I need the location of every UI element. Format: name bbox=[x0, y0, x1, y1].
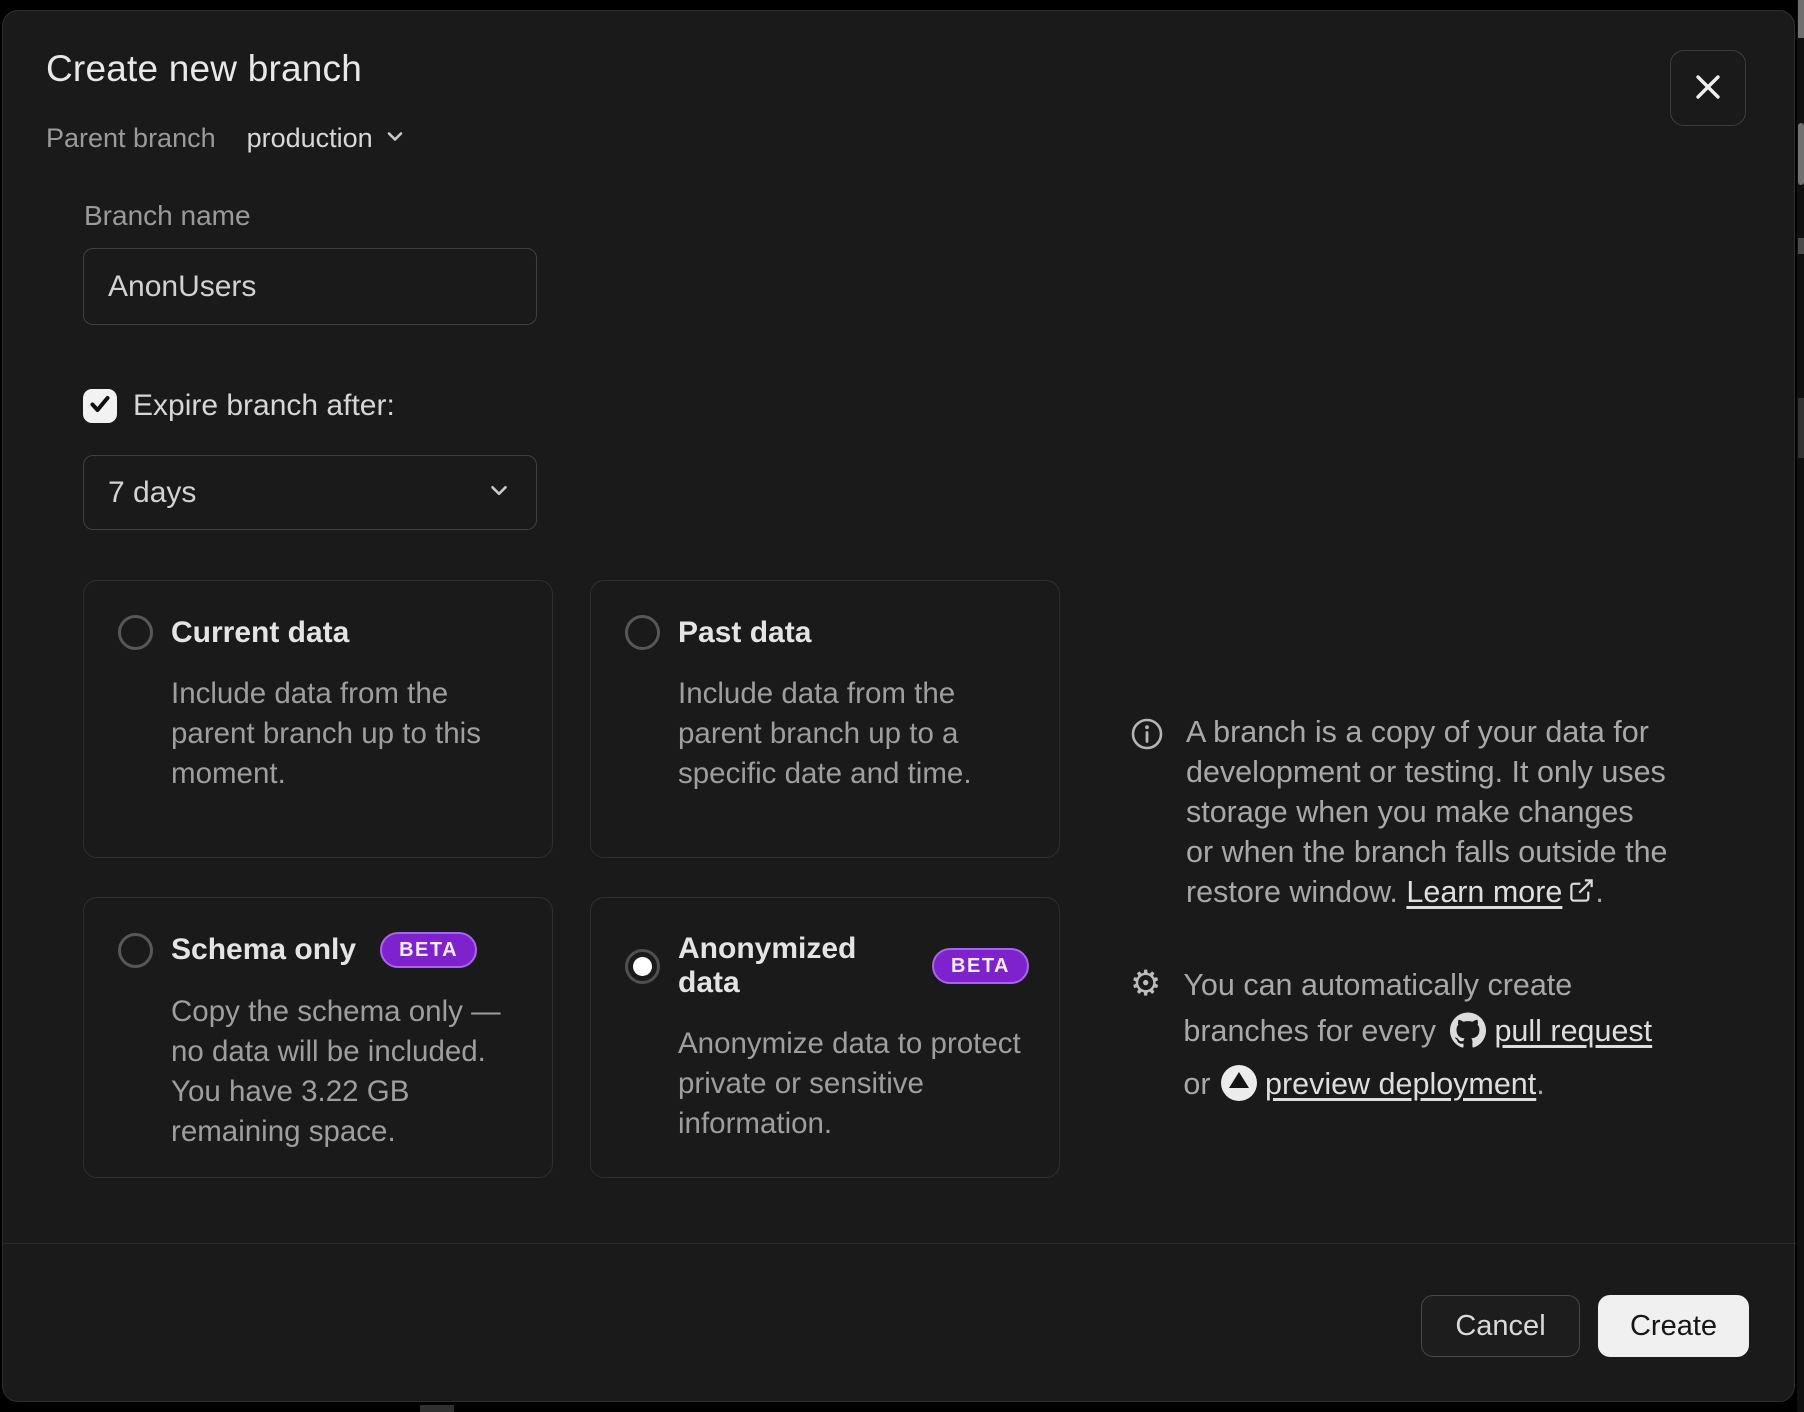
external-link-icon bbox=[1568, 874, 1595, 914]
info-icon bbox=[1130, 717, 1164, 756]
beta-badge: BETA bbox=[932, 948, 1029, 984]
background-scrollbar-thumb[interactable] bbox=[1798, 123, 1804, 185]
radio-anonymized-data[interactable] bbox=[625, 949, 660, 984]
close-icon bbox=[1691, 70, 1725, 107]
background-fragment bbox=[1798, 238, 1804, 254]
learn-more-link[interactable]: Learn more bbox=[1406, 875, 1562, 909]
option-card-current-data[interactable]: Current data Include data from the paren… bbox=[83, 580, 553, 858]
background-page-sliver bbox=[1797, 0, 1804, 1412]
option-description: Include data from the parent branch up t… bbox=[678, 674, 1023, 794]
github-icon bbox=[1450, 1012, 1486, 1061]
branch-info-note: A branch is a copy of your data for deve… bbox=[1130, 712, 1700, 914]
vercel-icon bbox=[1221, 1065, 1257, 1101]
option-title: Schema only bbox=[171, 933, 356, 967]
option-title: Past data bbox=[678, 616, 811, 650]
radio-past-data[interactable] bbox=[625, 615, 660, 650]
expire-checkbox[interactable] bbox=[83, 389, 117, 423]
option-card-anonymized-data[interactable]: Anonymized data BETA Anonymize data to p… bbox=[590, 897, 1060, 1178]
preview-deployment-link[interactable]: preview deployment bbox=[1265, 1067, 1536, 1101]
create-button[interactable]: Create bbox=[1598, 1295, 1749, 1357]
automation-suffix: . bbox=[1536, 1067, 1544, 1101]
automation-note: ⚙ You can automatically create branches … bbox=[1130, 962, 1715, 1107]
checkmark-icon bbox=[88, 392, 112, 421]
background-fragment bbox=[1798, 398, 1804, 458]
parent-branch-row: Parent branch production bbox=[46, 120, 407, 156]
background-fragment bbox=[420, 1405, 454, 1412]
branch-info-suffix: . bbox=[1595, 875, 1603, 909]
option-card-schema-only[interactable]: Schema only BETA Copy the schema only — … bbox=[83, 897, 553, 1178]
expire-label: Expire branch after: bbox=[133, 389, 395, 423]
option-title: Current data bbox=[171, 616, 349, 650]
option-description: Anonymize data to protect private or sen… bbox=[678, 1024, 1029, 1144]
option-description: Copy the schema only — no data will be i… bbox=[171, 992, 516, 1152]
radio-current-data[interactable] bbox=[118, 615, 153, 650]
chevron-down-icon bbox=[383, 124, 407, 153]
background-fragment bbox=[1798, 0, 1804, 38]
branch-name-label: Branch name bbox=[84, 200, 251, 232]
radio-schema-only[interactable] bbox=[118, 933, 153, 968]
branch-name-input[interactable] bbox=[83, 248, 537, 325]
expire-duration-select[interactable]: 7 days bbox=[83, 455, 537, 530]
option-description: Include data from the parent branch up t… bbox=[171, 674, 516, 794]
page-title: Create new branch bbox=[46, 46, 362, 92]
pull-request-link[interactable]: pull request bbox=[1494, 1014, 1652, 1048]
automation-connector: or bbox=[1183, 1067, 1219, 1101]
cancel-button[interactable]: Cancel bbox=[1421, 1295, 1580, 1357]
close-button[interactable] bbox=[1670, 50, 1746, 126]
chevron-down-icon bbox=[486, 477, 512, 508]
parent-branch-value: production bbox=[247, 123, 373, 154]
parent-branch-selector[interactable]: production bbox=[247, 123, 407, 154]
option-card-past-data[interactable]: Past data Include data from the parent b… bbox=[590, 580, 1060, 858]
expire-duration-value: 7 days bbox=[108, 476, 196, 510]
gear-icon: ⚙ bbox=[1130, 966, 1161, 1001]
footer-divider bbox=[3, 1243, 1796, 1244]
parent-branch-label: Parent branch bbox=[46, 123, 216, 154]
option-title: Anonymized data bbox=[678, 932, 908, 1000]
expire-row: Expire branch after: bbox=[83, 389, 395, 423]
beta-badge: BETA bbox=[380, 932, 477, 968]
